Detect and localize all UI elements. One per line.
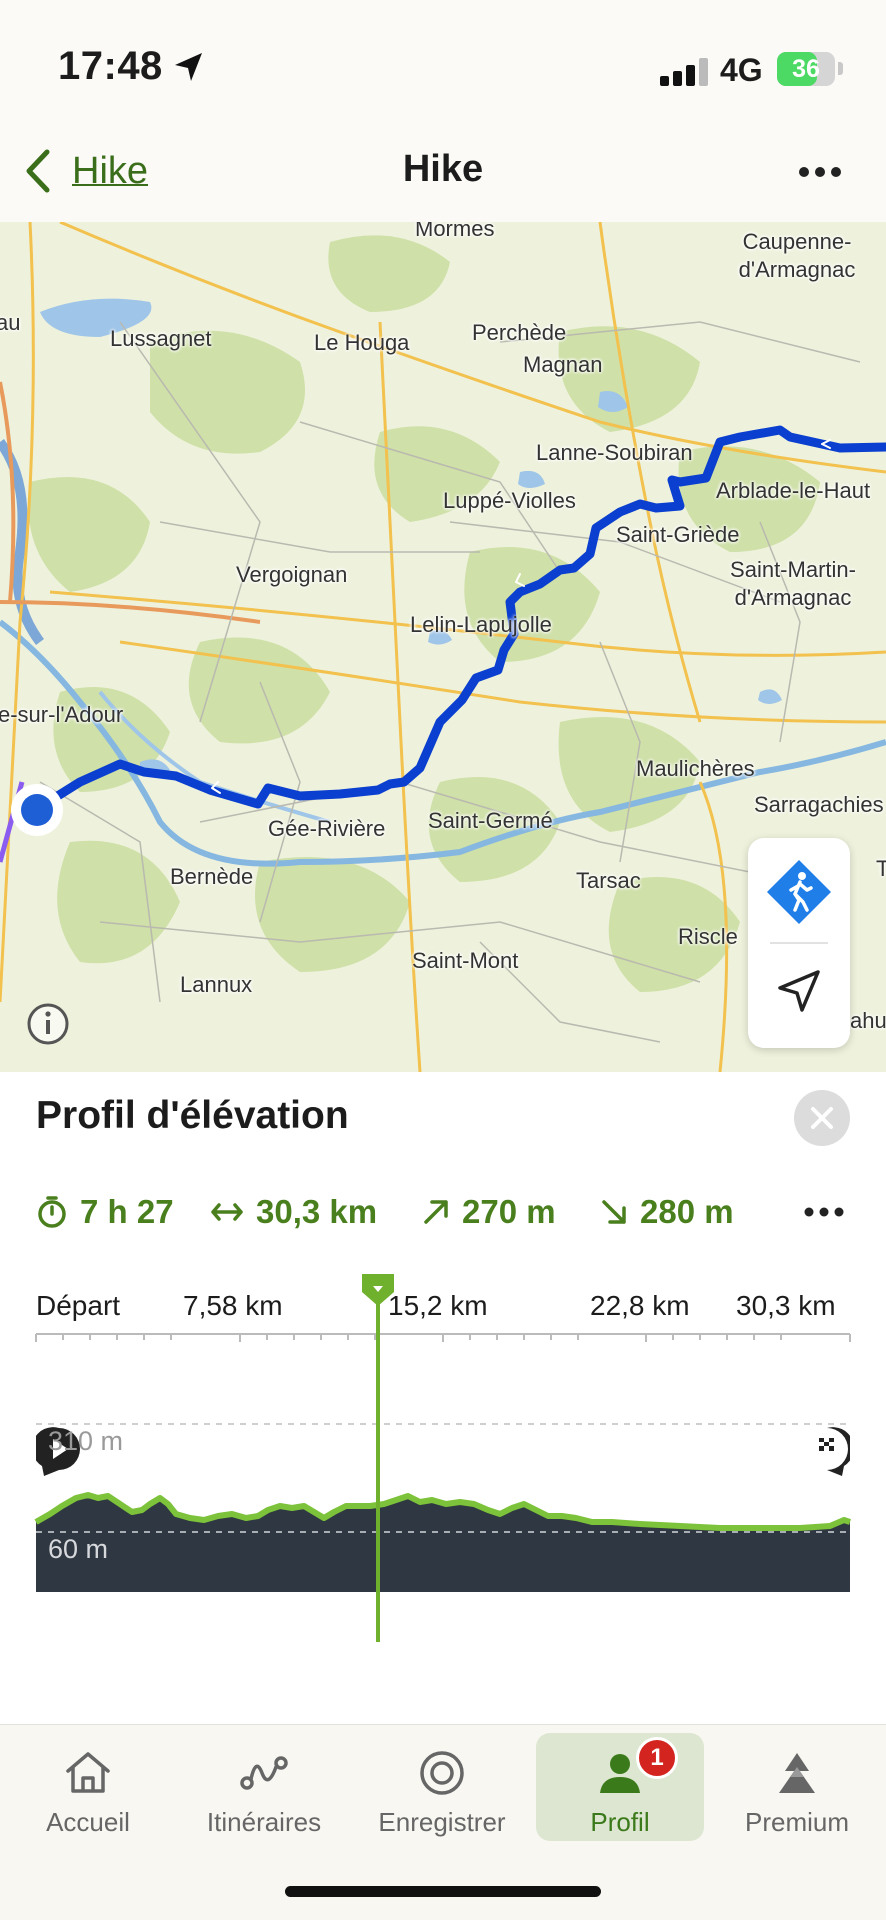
controls-divider — [770, 942, 828, 944]
tab-label: Profil — [590, 1807, 650, 1837]
elevation-panel: Profil d'élévation 7 h 27 30,3 km 270 m — [0, 1072, 886, 1724]
map-place-label: Saint-Germé — [428, 808, 553, 833]
chevron-left-icon[interactable] — [20, 146, 56, 196]
map-place-label: Maulichères — [636, 756, 755, 781]
stat-ascent: 270 m — [422, 1190, 556, 1234]
stat-descent: 280 m — [600, 1190, 734, 1234]
tab-enregistrer[interactable]: Enregistrer — [358, 1733, 526, 1841]
ascent-arrow-icon — [424, 1200, 448, 1224]
map-place-label: Saint-Mont — [412, 948, 519, 973]
map-place-label: Saint-Martin-d'Armagnac — [730, 557, 856, 610]
map-place-label: Vergoignan — [236, 562, 348, 587]
elevation-profile[interactable]: Départ 7,58 km 15,2 km 22,8 km 30,3 km 3… — [0, 1252, 886, 1672]
panel-title: Profil d'élévation — [36, 1094, 349, 1137]
map-place-label: Lannux — [180, 972, 253, 997]
back-button[interactable]: Hike — [72, 150, 148, 193]
distance-arrows-icon — [211, 1203, 243, 1221]
status-bar: 17:48 4G 36 — [0, 0, 886, 130]
signal-icon — [660, 56, 710, 86]
map-controls — [748, 838, 850, 1048]
notification-badge: 1 — [636, 1737, 678, 1779]
map-place-label: Sarragachies — [754, 792, 884, 817]
elevation-chart — [34, 1274, 851, 1642]
stat-distance: 30,3 km — [210, 1190, 377, 1234]
stat-duration: 7 h 27 — [36, 1190, 174, 1234]
hiking-mode-icon[interactable] — [765, 858, 833, 926]
elevation-max-label: 310 m — [48, 1426, 124, 1456]
navigation-arrow-icon[interactable] — [774, 966, 824, 1016]
descent-value: 280 m — [640, 1193, 734, 1230]
nav-header: Hike Hike — [0, 130, 886, 222]
map-place-label: Mormes — [415, 222, 495, 241]
close-icon — [811, 1107, 833, 1129]
battery-tip — [838, 62, 843, 75]
info-icon[interactable] — [26, 1002, 70, 1046]
map-place-label: Tarsac — [576, 868, 641, 893]
tab-label: Premium — [744, 1807, 849, 1837]
tab-itineraires[interactable]: Itinéraires — [180, 1733, 348, 1841]
map-place-label: Magnan — [523, 352, 603, 377]
map-place-label: Lussagnet — [110, 326, 212, 351]
map-place-label: Le Houga — [314, 330, 410, 355]
map-place-label: au — [0, 310, 21, 335]
map-place-label: Saint-Griède — [616, 522, 740, 547]
descent-arrow-icon — [602, 1200, 626, 1224]
map-place-label: Arblade-le-Haut — [716, 478, 871, 503]
more-options-icon[interactable] — [796, 160, 844, 184]
route-stats: 7 h 27 30,3 km 270 m 280 m — [36, 1190, 856, 1234]
stopwatch-icon — [38, 1196, 66, 1228]
home-icon — [66, 1752, 110, 1793]
map-place-label: Caupenne-d'Armagnac — [738, 229, 856, 282]
map-place-label: T — [876, 856, 886, 881]
tab-premium[interactable]: Premium — [713, 1733, 881, 1841]
home-indicator — [285, 1886, 601, 1897]
premium-icon — [779, 1753, 815, 1793]
distance-value: 30,3 km — [256, 1193, 378, 1230]
battery-icon: 36 — [777, 52, 835, 86]
map-place-label: e-sur-l'Adour — [0, 702, 124, 727]
more-options-icon[interactable] — [802, 1200, 846, 1224]
duration-value: 7 h 27 — [80, 1193, 174, 1230]
map-place-label: Bernède — [170, 864, 254, 889]
network-type: 4G — [720, 52, 763, 88]
map-place-label: Riscle — [678, 924, 738, 949]
route-icon — [240, 1756, 288, 1790]
map-place-label: Lelin-Lapujolle — [410, 612, 552, 637]
tab-label: Accueil — [46, 1807, 130, 1837]
map-place-label: Perchède — [472, 320, 567, 345]
elevation-min-label: 60 m — [48, 1534, 109, 1564]
location-arrow-icon — [175, 53, 202, 81]
tab-label: Itinéraires — [206, 1807, 322, 1837]
map-view[interactable]: Mormes Caupenne-d'Armagnac Lussagnet Le … — [0, 222, 886, 1072]
finish-flag-icon — [816, 1427, 850, 1476]
map-place-label: Lanne-Soubiran — [536, 440, 693, 465]
map-place-label: ahu — [850, 1008, 886, 1033]
status-time: 17:48 — [58, 44, 163, 88]
close-button[interactable] — [794, 1090, 850, 1146]
map-place-label: Gée-Rivière — [268, 816, 386, 841]
tab-accueil[interactable]: Accueil — [4, 1733, 172, 1841]
battery-level: 36 — [792, 55, 820, 83]
tab-label: Enregistrer — [378, 1807, 506, 1837]
map-place-label: Luppé-Violles — [443, 488, 576, 513]
record-icon — [420, 1751, 464, 1795]
tab-profil[interactable]: 1 Profil — [536, 1733, 704, 1841]
ascent-value: 270 m — [462, 1193, 556, 1230]
